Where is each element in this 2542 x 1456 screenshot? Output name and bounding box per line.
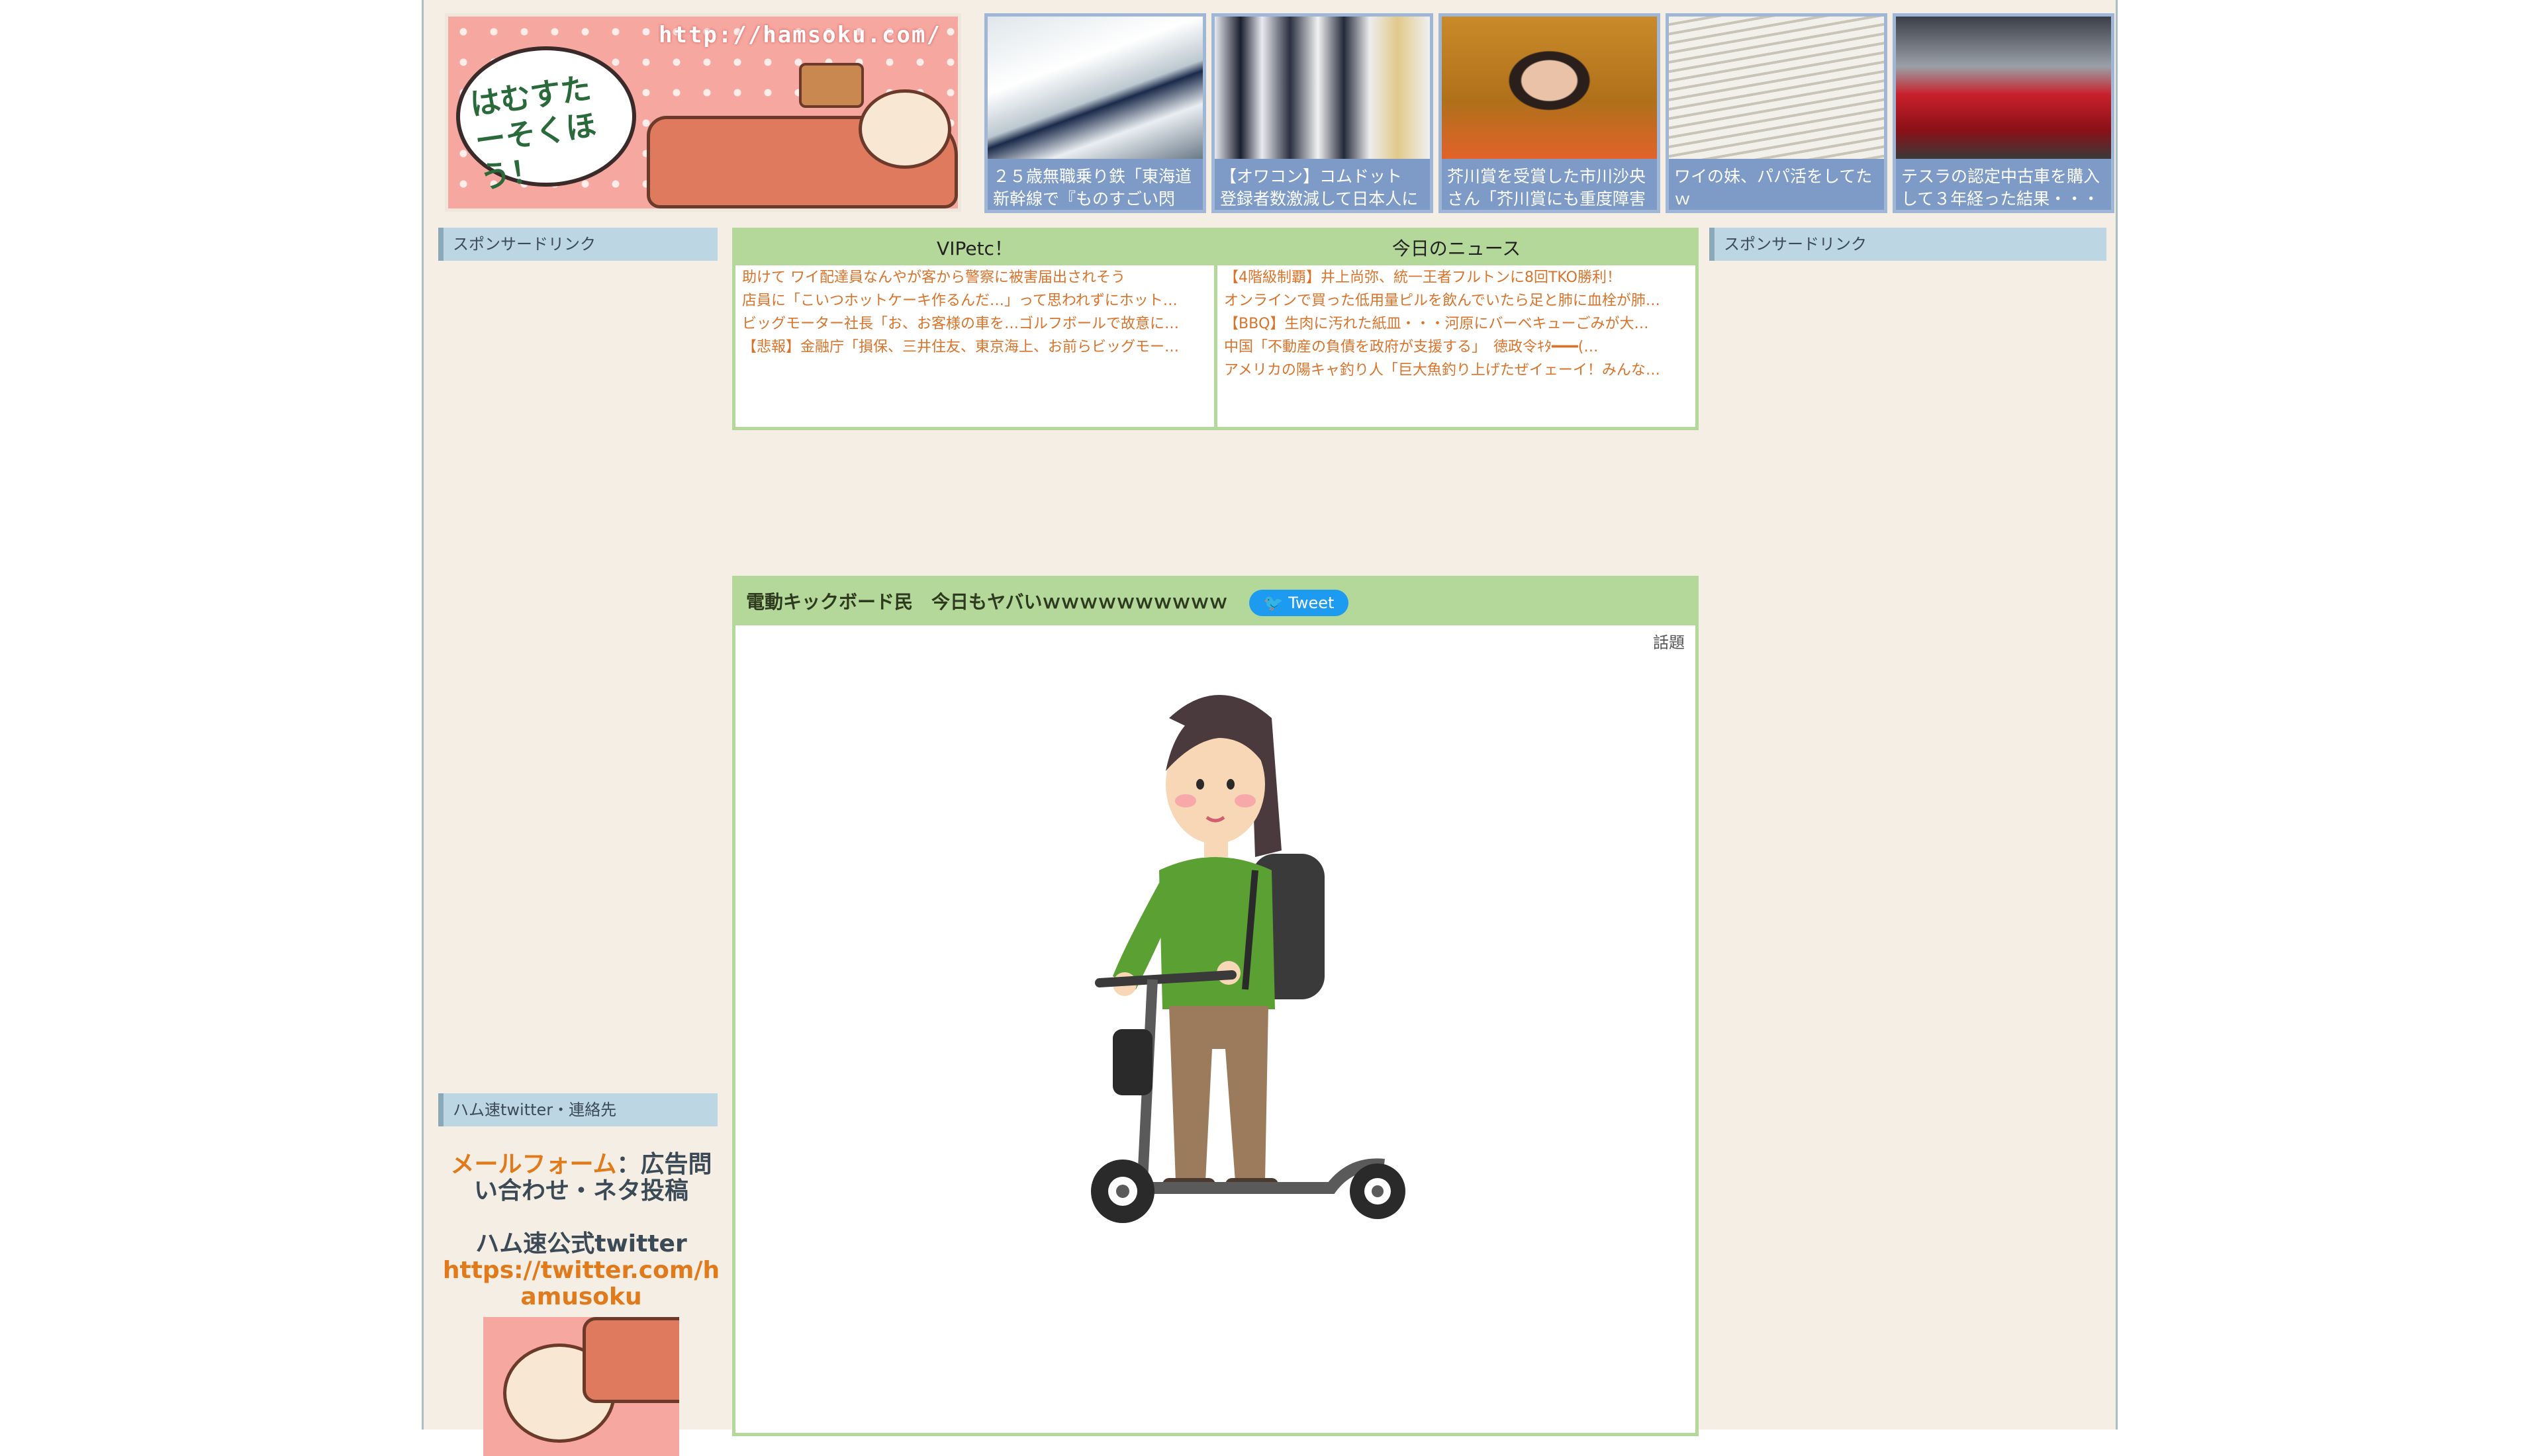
hamster-mini-image [483, 1317, 679, 1456]
article: 電動キックボード民 今日もヤバいｗｗｗｗｗｗｗｗｗｗ 🐦 Tweet 話題 [732, 576, 1699, 1436]
mail-form-link[interactable]: メールフォーム [451, 1151, 617, 1178]
thumb-caption: 芥川賞を受賞した市川沙央さん「芥川賞にも重度障害者の作品が… [1442, 159, 1657, 210]
page-wrapper: http://hamsoku.com/ はむすたーそくほう！ ２５歳無職乗り鉄「… [422, 0, 2118, 1456]
thumb-caption: テスラの認定中古車を購入して３年経った結果・・・ [1896, 159, 2111, 210]
thumb-image-money [1669, 17, 1884, 159]
news-link[interactable]: 【BBQ】生肉に汚れた紙皿・・・河原にバーベキューごみが大… [1224, 314, 1689, 334]
thumb-article-5[interactable]: テスラの認定中古車を購入して３年経った結果・・・ [1893, 13, 2114, 213]
news-link[interactable]: 【4階級制覇】井上尚弥、統一王者フルトンに8回TKO勝利！ [1224, 268, 1689, 287]
news-column-today: 今日のニュース 【4階級制覇】井上尚弥、統一王者フルトンに8回TKO勝利！ オン… [1217, 231, 1695, 427]
news-column-title[interactable]: 今日のニュース [1217, 231, 1695, 265]
news-link[interactable]: 店員に「こいつホットケーキ作るんだ…」って思われずにホット… [742, 291, 1207, 310]
news-link[interactable]: 中国「不動産の負債を政府が支援する」 徳政令ｷﾀ━━━(… [1224, 338, 1689, 357]
hamster-icon [859, 89, 951, 169]
thumb-caption: ワイの妹、パパ活をしてたｗ [1669, 159, 1884, 210]
news-link[interactable]: ビッグモーター社長「お、お客様の車を…ゴルフボールで故意に… [742, 314, 1207, 334]
news-link[interactable]: 助けて ワイ配達員なんやが客から警察に被害届出されそう [742, 268, 1207, 287]
blanket-icon [583, 1317, 679, 1403]
thumb-article-1[interactable]: ２５歳無職乗り鉄「東海道新幹線で『ものすごい閃光』を見て死ぬ… [984, 13, 1206, 213]
news-box: VIPetc！ 助けて ワイ配達員なんやが客から警察に被害届出されそう 店員に「… [732, 228, 1699, 430]
news-list: 助けて ワイ配達員なんやが客から警察に被害届出されそう 店員に「こいつホットケー… [735, 265, 1214, 363]
thumb-image-group [1215, 17, 1430, 159]
news-link[interactable]: アメリカの陽キャ釣り人「巨大魚釣り上げたぜイェーイ！みんな… [1224, 361, 1689, 380]
thumb-article-2[interactable]: 【オワコン】コムドット 登録者数激減して日本人に緊急事態… [1211, 13, 1433, 213]
thumb-article-3[interactable]: 芥川賞を受賞した市川沙央さん「芥川賞にも重度障害者の作品が… [1438, 13, 1660, 213]
twitter-bird-icon: 🐦 [1263, 594, 1284, 612]
thumb-image-car [1896, 17, 2111, 159]
site-logo[interactable]: http://hamsoku.com/ はむすたーそくほう！ [445, 13, 961, 212]
news-list: 【4階級制覇】井上尚弥、統一王者フルトンに8回TKO勝利！ オンラインで買った低… [1217, 265, 1695, 387]
thumb-article-4[interactable]: ワイの妹、パパ活をしてたｗ [1666, 13, 1887, 213]
tweet-button[interactable]: 🐦 Tweet [1249, 590, 1348, 616]
thumb-caption: ２５歳無職乗り鉄「東海道新幹線で『ものすごい閃光』を見て死ぬ… [988, 159, 1203, 210]
thumb-image-portrait [1442, 17, 1657, 159]
kick-scooter-illustration [1091, 695, 1405, 1223]
sidebar-right-heading: スポンサードリンク [1709, 228, 2106, 261]
logo-title: はむすたーそくほう！ [467, 69, 598, 196]
mail-line: メールフォーム：広告問い合わせ・ネタ投稿 [442, 1152, 720, 1205]
news-column-vipetc: VIPetc！ 助けて ワイ配達員なんやが客から警察に被害届出されそう 店員に「… [735, 231, 1217, 427]
article-title[interactable]: 電動キックボード民 今日もヤバいｗｗｗｗｗｗｗｗｗｗ [746, 591, 1227, 613]
article-category[interactable]: 話題 [1653, 629, 1685, 653]
twitter-label: ハム速公式twitter [475, 1230, 687, 1257]
contact-section: メールフォーム：広告問い合わせ・ネタ投稿 ハム速公式twitter https:… [442, 1152, 720, 1456]
article-header: 電動キックボード民 今日もヤバいｗｗｗｗｗｗｗｗｗｗ 🐦 Tweet [735, 579, 1695, 625]
logo-url-text: http://hamsoku.com/ [659, 22, 941, 48]
logo-basket-illustration [799, 63, 864, 108]
twitter-link[interactable]: https://twitter.com/hamusoku [442, 1257, 720, 1310]
sidebar-left-heading: スポンサードリンク [438, 228, 718, 261]
news-link[interactable]: 【悲報】金融庁「損保、三井住友、東京海上、お前らビッグモー… [742, 338, 1207, 357]
sidebar-left-contact-heading: ハム速twitter・連絡先 [438, 1093, 718, 1126]
thumb-caption: 【オワコン】コムドット 登録者数激減して日本人に緊急事態… [1215, 159, 1430, 210]
thumb-image-train [988, 17, 1203, 159]
tweet-button-label: Tweet [1288, 594, 1335, 612]
news-link[interactable]: オンラインで買った低用量ピルを飲んでいたら足と肺に血栓が肺… [1224, 291, 1689, 310]
news-column-title[interactable]: VIPetc！ [735, 231, 1214, 265]
